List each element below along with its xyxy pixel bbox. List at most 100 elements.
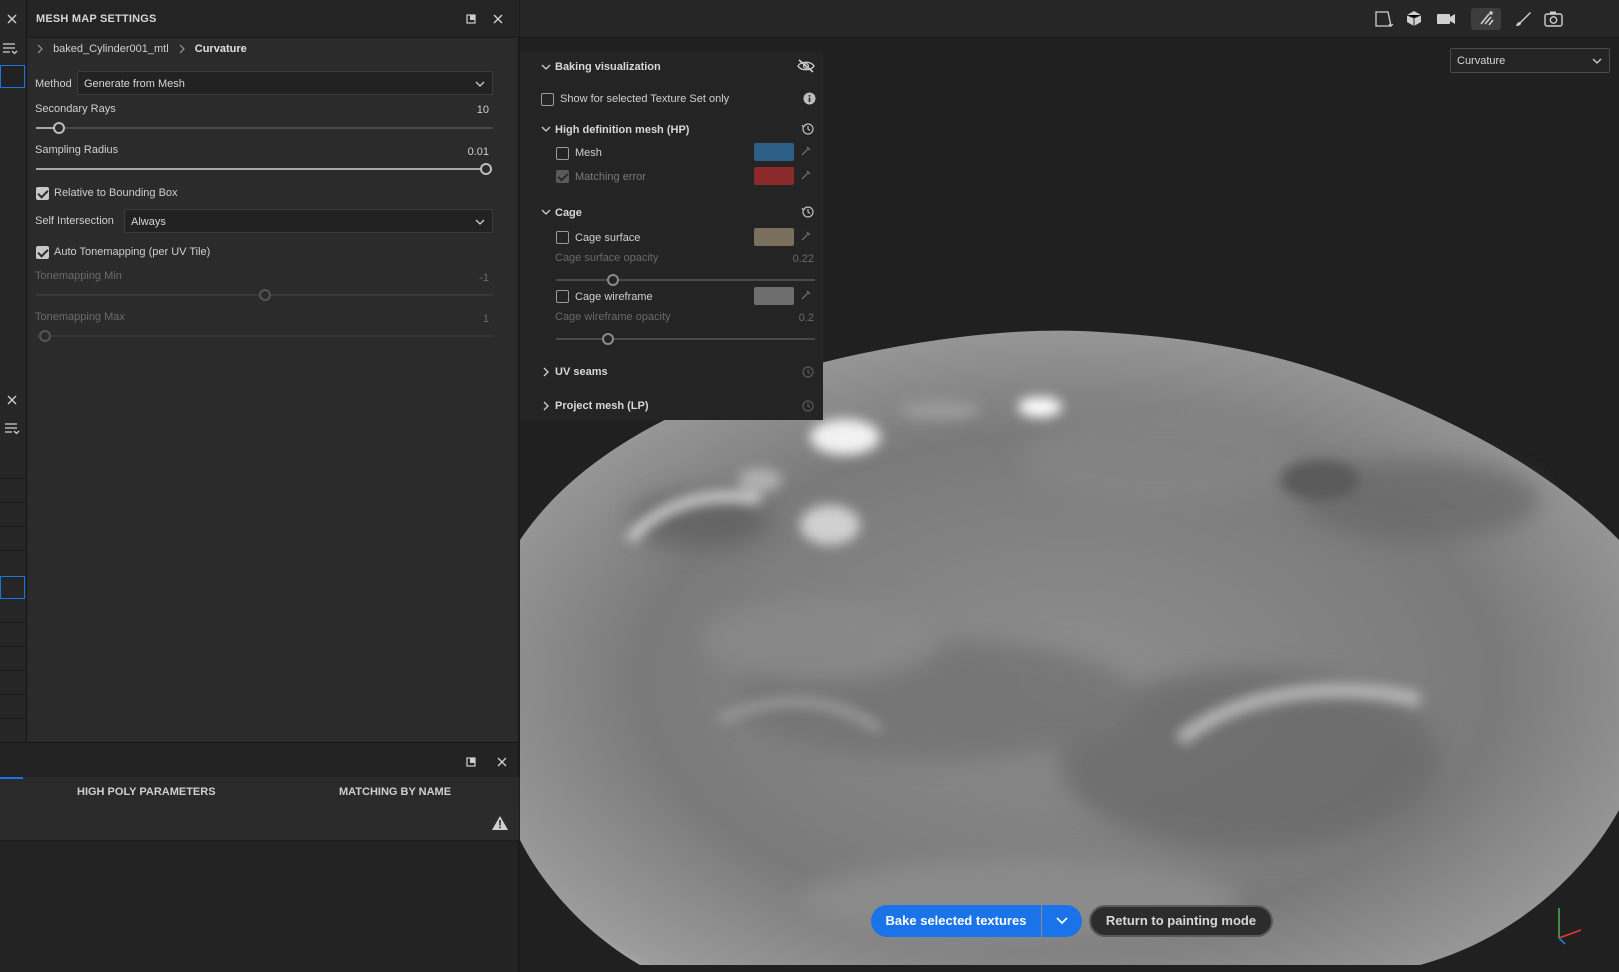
cage-section-title[interactable]: Cage [555, 207, 582, 219]
tab-high-poly-parameters[interactable]: HIGH POLY PARAMETERS [77, 786, 216, 798]
show-selected-only-checkbox[interactable] [541, 93, 554, 106]
tab-matching-by-name[interactable]: MATCHING BY NAME [339, 786, 451, 798]
return-to-painting-mode-button[interactable]: Return to painting mode [1089, 905, 1273, 937]
secondary-rays-value[interactable]: 10 [427, 104, 489, 116]
panel-title: MESH MAP SETTINGS [36, 13, 157, 25]
color-picker-icon[interactable] [800, 169, 812, 181]
chevron-down-icon [474, 78, 486, 90]
hp-mesh-checkbox[interactable] [556, 147, 569, 160]
cage-wireframe-opacity-slider[interactable] [556, 333, 815, 345]
cage-surface-color-swatch[interactable] [754, 228, 794, 246]
chevron-down-icon[interactable] [541, 62, 551, 72]
sampling-radius-value[interactable]: 0.01 [427, 146, 489, 158]
hp-matching-error-checkbox[interactable] [556, 170, 569, 183]
cage-surface-checkbox[interactable] [556, 231, 569, 244]
method-dropdown[interactable]: Generate from Mesh [77, 71, 493, 95]
sampling-radius-label: Sampling Radius [35, 144, 119, 156]
uv-seams-title[interactable]: UV seams [555, 366, 608, 378]
list-item[interactable] [0, 479, 27, 503]
chevron-down-icon[interactable] [541, 124, 551, 134]
close-icon[interactable] [490, 11, 506, 27]
cage-surface-opacity-slider[interactable] [556, 274, 815, 286]
active-tab-indicator [0, 777, 23, 779]
secondary-rays-label: Secondary Rays [35, 103, 116, 115]
screenshot-camera-icon[interactable] [1542, 8, 1566, 30]
hp-mesh-color-swatch[interactable] [754, 143, 794, 161]
cage-surface-opacity-label: Cage surface opacity [555, 252, 659, 264]
sampling-radius-slider[interactable] [36, 163, 492, 175]
cage-wireframe-opacity-value[interactable]: 0.2 [760, 312, 814, 324]
selected-item-indicator[interactable] [0, 65, 25, 88]
hp-mesh-label: Mesh [575, 147, 602, 159]
reset-icon[interactable] [801, 205, 815, 219]
close-icon[interactable] [4, 11, 20, 27]
self-intersection-value: Always [131, 216, 166, 228]
slider-fill [36, 168, 486, 170]
reset-icon [801, 399, 815, 413]
list-item[interactable] [0, 527, 27, 551]
warning-icon[interactable] [491, 815, 509, 831]
chevron-down-icon[interactable] [541, 207, 551, 217]
color-picker-icon[interactable] [800, 145, 812, 157]
tonemapping-min-value: -1 [479, 272, 489, 284]
project-mesh-title[interactable]: Project mesh (LP) [555, 400, 649, 412]
bake-parameters-panel: HIGH POLY PARAMETERS MATCHING BY NAME [0, 742, 519, 972]
cage-surface-opacity-value[interactable]: 0.22 [760, 253, 814, 265]
hp-section-title[interactable]: High definition mesh (HP) [555, 124, 689, 136]
undock-icon[interactable] [463, 754, 479, 770]
list-item[interactable] [0, 599, 27, 623]
chevron-right-icon [178, 44, 186, 54]
cube-view-icon[interactable] [1403, 8, 1427, 30]
tonemapping-max-value: 1 [482, 313, 489, 325]
selected-list-item[interactable] [0, 576, 25, 599]
close-icon[interactable] [4, 392, 20, 408]
3d-viewport[interactable]: Curvature Baking visualization Show for … [520, 0, 1619, 972]
bake-options-dropdown-button[interactable] [1042, 905, 1082, 937]
list-item[interactable] [0, 695, 27, 719]
slider-thumb[interactable] [601, 333, 614, 345]
list-item[interactable] [0, 671, 27, 695]
list-item[interactable] [0, 623, 27, 647]
chevron-down-icon [1056, 917, 1068, 925]
bake-selected-textures-button[interactable]: Bake selected textures [871, 905, 1041, 937]
self-intersection-dropdown[interactable]: Always [124, 209, 493, 233]
visibility-off-icon[interactable] [797, 58, 815, 74]
slider-thumb[interactable] [606, 274, 619, 286]
self-intersection-label: Self Intersection [35, 215, 114, 227]
breadcrumb-parent[interactable]: baked_Cylinder001_mtl [53, 43, 169, 55]
cage-surface-label: Cage surface [575, 232, 641, 244]
relative-bbox-checkbox[interactable] [36, 187, 49, 200]
list-item[interactable] [0, 647, 27, 671]
tonemapping-max-label: Tonemapping Max [35, 311, 125, 323]
slider-thumb[interactable] [52, 122, 65, 134]
tonemapping-min-label: Tonemapping Min [35, 270, 122, 282]
bottom-status-bar [0, 807, 519, 841]
close-icon[interactable] [494, 754, 510, 770]
baking-visualization-title[interactable]: Baking visualization [555, 61, 661, 73]
chevron-right-icon[interactable] [541, 367, 551, 377]
brush-icon[interactable] [1511, 8, 1535, 30]
reset-icon[interactable] [801, 122, 815, 136]
baking-visualization-panel: Baking visualization Show for selected T… [520, 52, 823, 420]
info-icon[interactable] [803, 92, 816, 105]
undock-icon[interactable] [463, 11, 479, 27]
auto-tonemapping-checkbox[interactable] [36, 246, 49, 259]
bake-mode-icon[interactable] [1471, 8, 1501, 30]
frame-icon[interactable] [1372, 8, 1396, 30]
cage-wireframe-color-swatch[interactable] [754, 287, 794, 305]
secondary-rays-slider[interactable] [36, 122, 493, 134]
panel-header: MESH MAP SETTINGS [27, 0, 519, 38]
viewport-channel-dropdown[interactable]: Curvature [1450, 48, 1610, 73]
list-item[interactable] [0, 503, 27, 527]
color-picker-icon[interactable] [800, 289, 812, 301]
camera-icon[interactable] [1434, 8, 1458, 30]
cage-wireframe-checkbox[interactable] [556, 290, 569, 303]
bottom-tabs: HIGH POLY PARAMETERS MATCHING BY NAME [0, 777, 519, 807]
filter-menu-icon[interactable] [3, 421, 21, 437]
slider-thumb[interactable] [480, 163, 492, 175]
color-picker-icon[interactable] [800, 230, 812, 242]
list-item[interactable] [0, 455, 27, 479]
hp-matching-error-color-swatch[interactable] [754, 167, 794, 185]
chevron-right-icon[interactable] [541, 401, 551, 411]
filter-menu-icon[interactable] [1, 41, 19, 57]
